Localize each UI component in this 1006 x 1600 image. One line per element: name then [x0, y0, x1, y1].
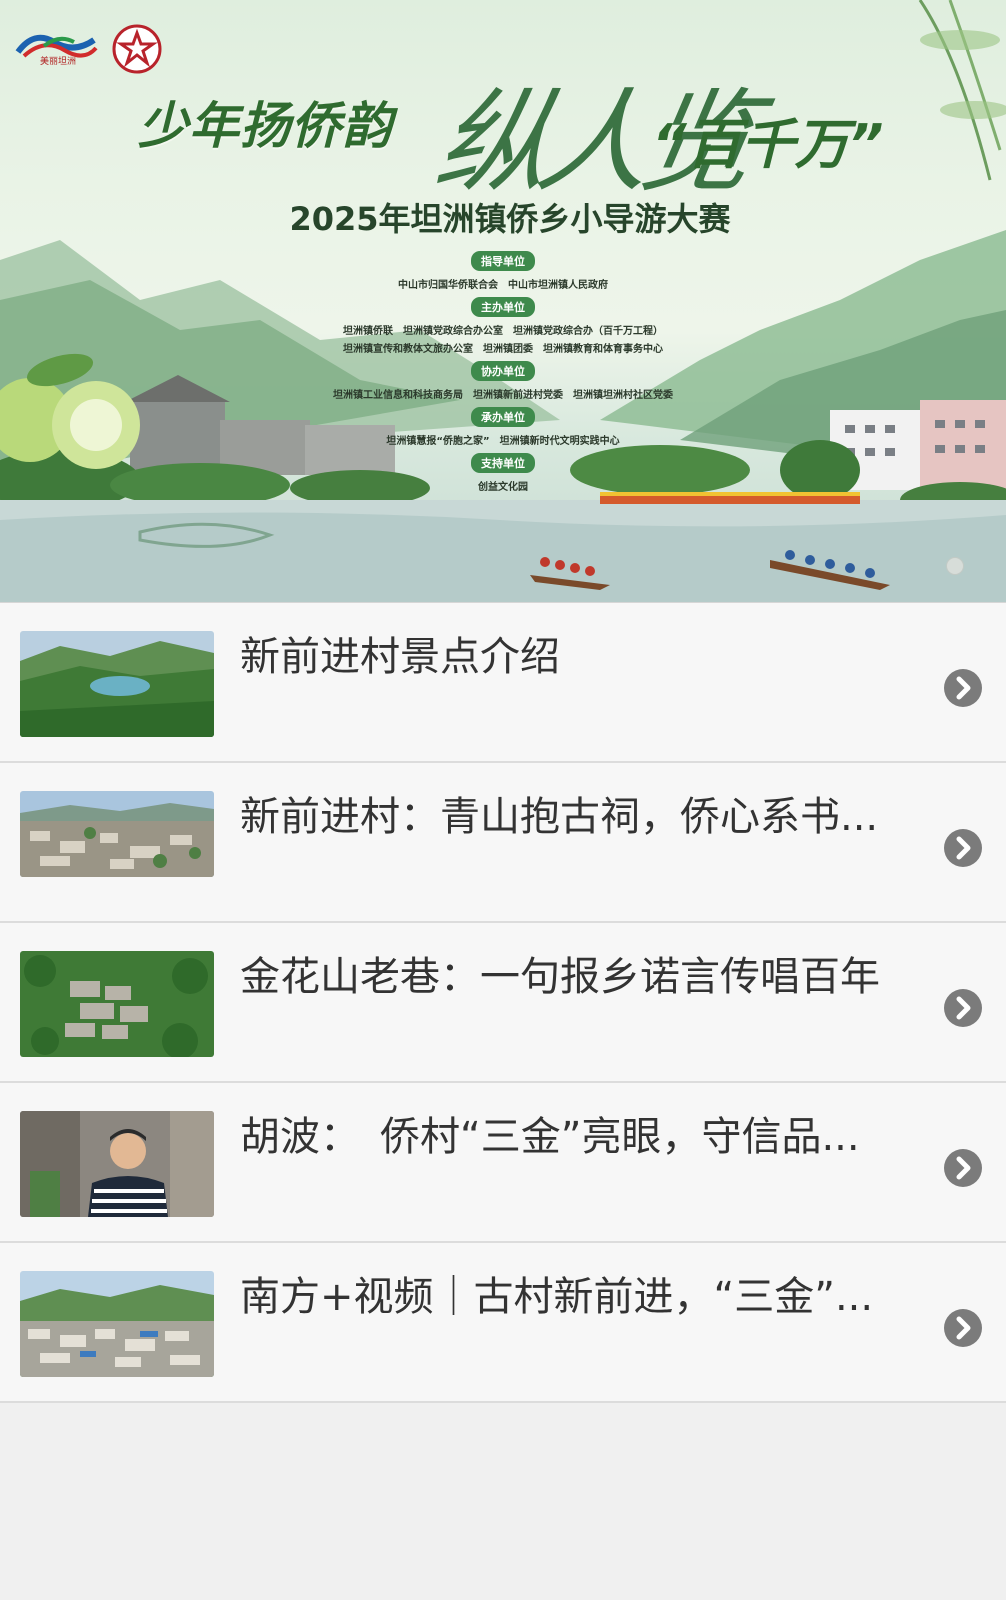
thumbnail-village-aerial — [20, 951, 214, 1057]
org-section-support: 支持单位 创益文化园 — [0, 452, 1006, 493]
org-line: 坦洲镇宣传和教体文旅办公室 坦洲镇团委 坦洲镇教育和体育事务中心 — [343, 344, 663, 355]
page: 美丽坦洲 少年扬侨韵 纵人览 “百千万” 2025年坦洲镇侨乡小导游大赛 指导单… — [0, 0, 1006, 1600]
thumbnail-town-aerial — [20, 791, 214, 877]
org-label: 主办单位 — [471, 297, 535, 317]
banner-headline-left: 少年扬侨韵 — [138, 97, 393, 155]
org-line: 坦洲镇工业信息和科技商务局 坦洲镇新前进村党委 坦洲镇坦洲村社区党委 — [333, 390, 673, 401]
chevron-right-icon[interactable] — [944, 669, 982, 707]
banner-headline-right: “百千万” — [652, 113, 884, 176]
list-item[interactable]: 新前进村：青山抱古祠，侨心系书... — [0, 763, 1006, 923]
org-line: 创益文化园 — [478, 482, 528, 493]
org-label: 协办单位 — [471, 361, 535, 381]
list-item-title: 金花山老巷：一句报乡诺言传唱百年 — [240, 954, 880, 1000]
event-banner[interactable]: 美丽坦洲 少年扬侨韵 纵人览 “百千万” 2025年坦洲镇侨乡小导游大赛 指导单… — [0, 0, 1006, 602]
list-item[interactable]: 金花山老巷：一句报乡诺言传唱百年 — [0, 923, 1006, 1083]
org-section-co-organizer: 协办单位 坦洲镇工业信息和科技商务局 坦洲镇新前进村党委 坦洲镇坦洲村社区党委 — [0, 360, 1006, 401]
overseas-chinese-federation-emblem-icon — [112, 24, 162, 74]
list-item[interactable]: 新前进村景点介绍 — [0, 603, 1006, 763]
carousel-dot-indicator[interactable] — [946, 557, 964, 575]
chevron-right-icon[interactable] — [944, 1309, 982, 1347]
list-item[interactable]: 南方+视频｜古村新前进，“三金”... — [0, 1243, 1006, 1403]
list-item-title: 新前进村景点介绍 — [240, 634, 560, 680]
org-line: 坦洲镇侨联 坦洲镇党政综合办公室 坦洲镇党政综合办（百千万工程） — [343, 326, 663, 337]
list-item[interactable]: 胡波： 侨村“三金”亮眼，守信品... — [0, 1083, 1006, 1243]
org-label: 支持单位 — [471, 453, 535, 473]
thumbnail-man-portrait — [20, 1111, 214, 1217]
banner-subtitle: 2025年坦洲镇侨乡小导游大赛 — [289, 200, 731, 238]
article-list: 新前进村景点介绍 新前进村：青山抱古祠，侨心系书... 金花山老巷：一句报乡诺言… — [0, 602, 1006, 1403]
org-label: 指导单位 — [471, 251, 535, 271]
list-item-title: 胡波： 侨村“三金”亮眼，守信品... — [240, 1114, 860, 1160]
thumbnail-mountain-reservoir — [20, 631, 214, 737]
logo-caption: 美丽坦洲 — [40, 57, 77, 67]
org-section-host: 主办单位 坦洲镇侨联 坦洲镇党政综合办公室 坦洲镇党政综合办（百千万工程） 坦洲… — [0, 296, 1006, 355]
org-line: 坦洲镇慧报“侨胞之家” 坦洲镇新时代文明实践中心 — [386, 436, 620, 447]
org-line: 中山市归国华侨联合会 中山市坦洲镇人民政府 — [398, 280, 608, 291]
chevron-right-icon[interactable] — [944, 1149, 982, 1187]
org-section-guidance: 指导单位 中山市归国华侨联合会 中山市坦洲镇人民政府 — [0, 250, 1006, 291]
org-section-undertaker: 承办单位 坦洲镇慧报“侨胞之家” 坦洲镇新时代文明实践中心 — [0, 406, 1006, 447]
chevron-right-icon[interactable] — [944, 829, 982, 867]
list-item-title: 南方+视频｜古村新前进，“三金”... — [240, 1274, 874, 1320]
chevron-right-icon[interactable] — [944, 989, 982, 1027]
org-label: 承办单位 — [471, 407, 535, 427]
list-item-title: 新前进村：青山抱古祠，侨心系书... — [240, 794, 879, 840]
thumbnail-town-panorama — [20, 1271, 214, 1377]
